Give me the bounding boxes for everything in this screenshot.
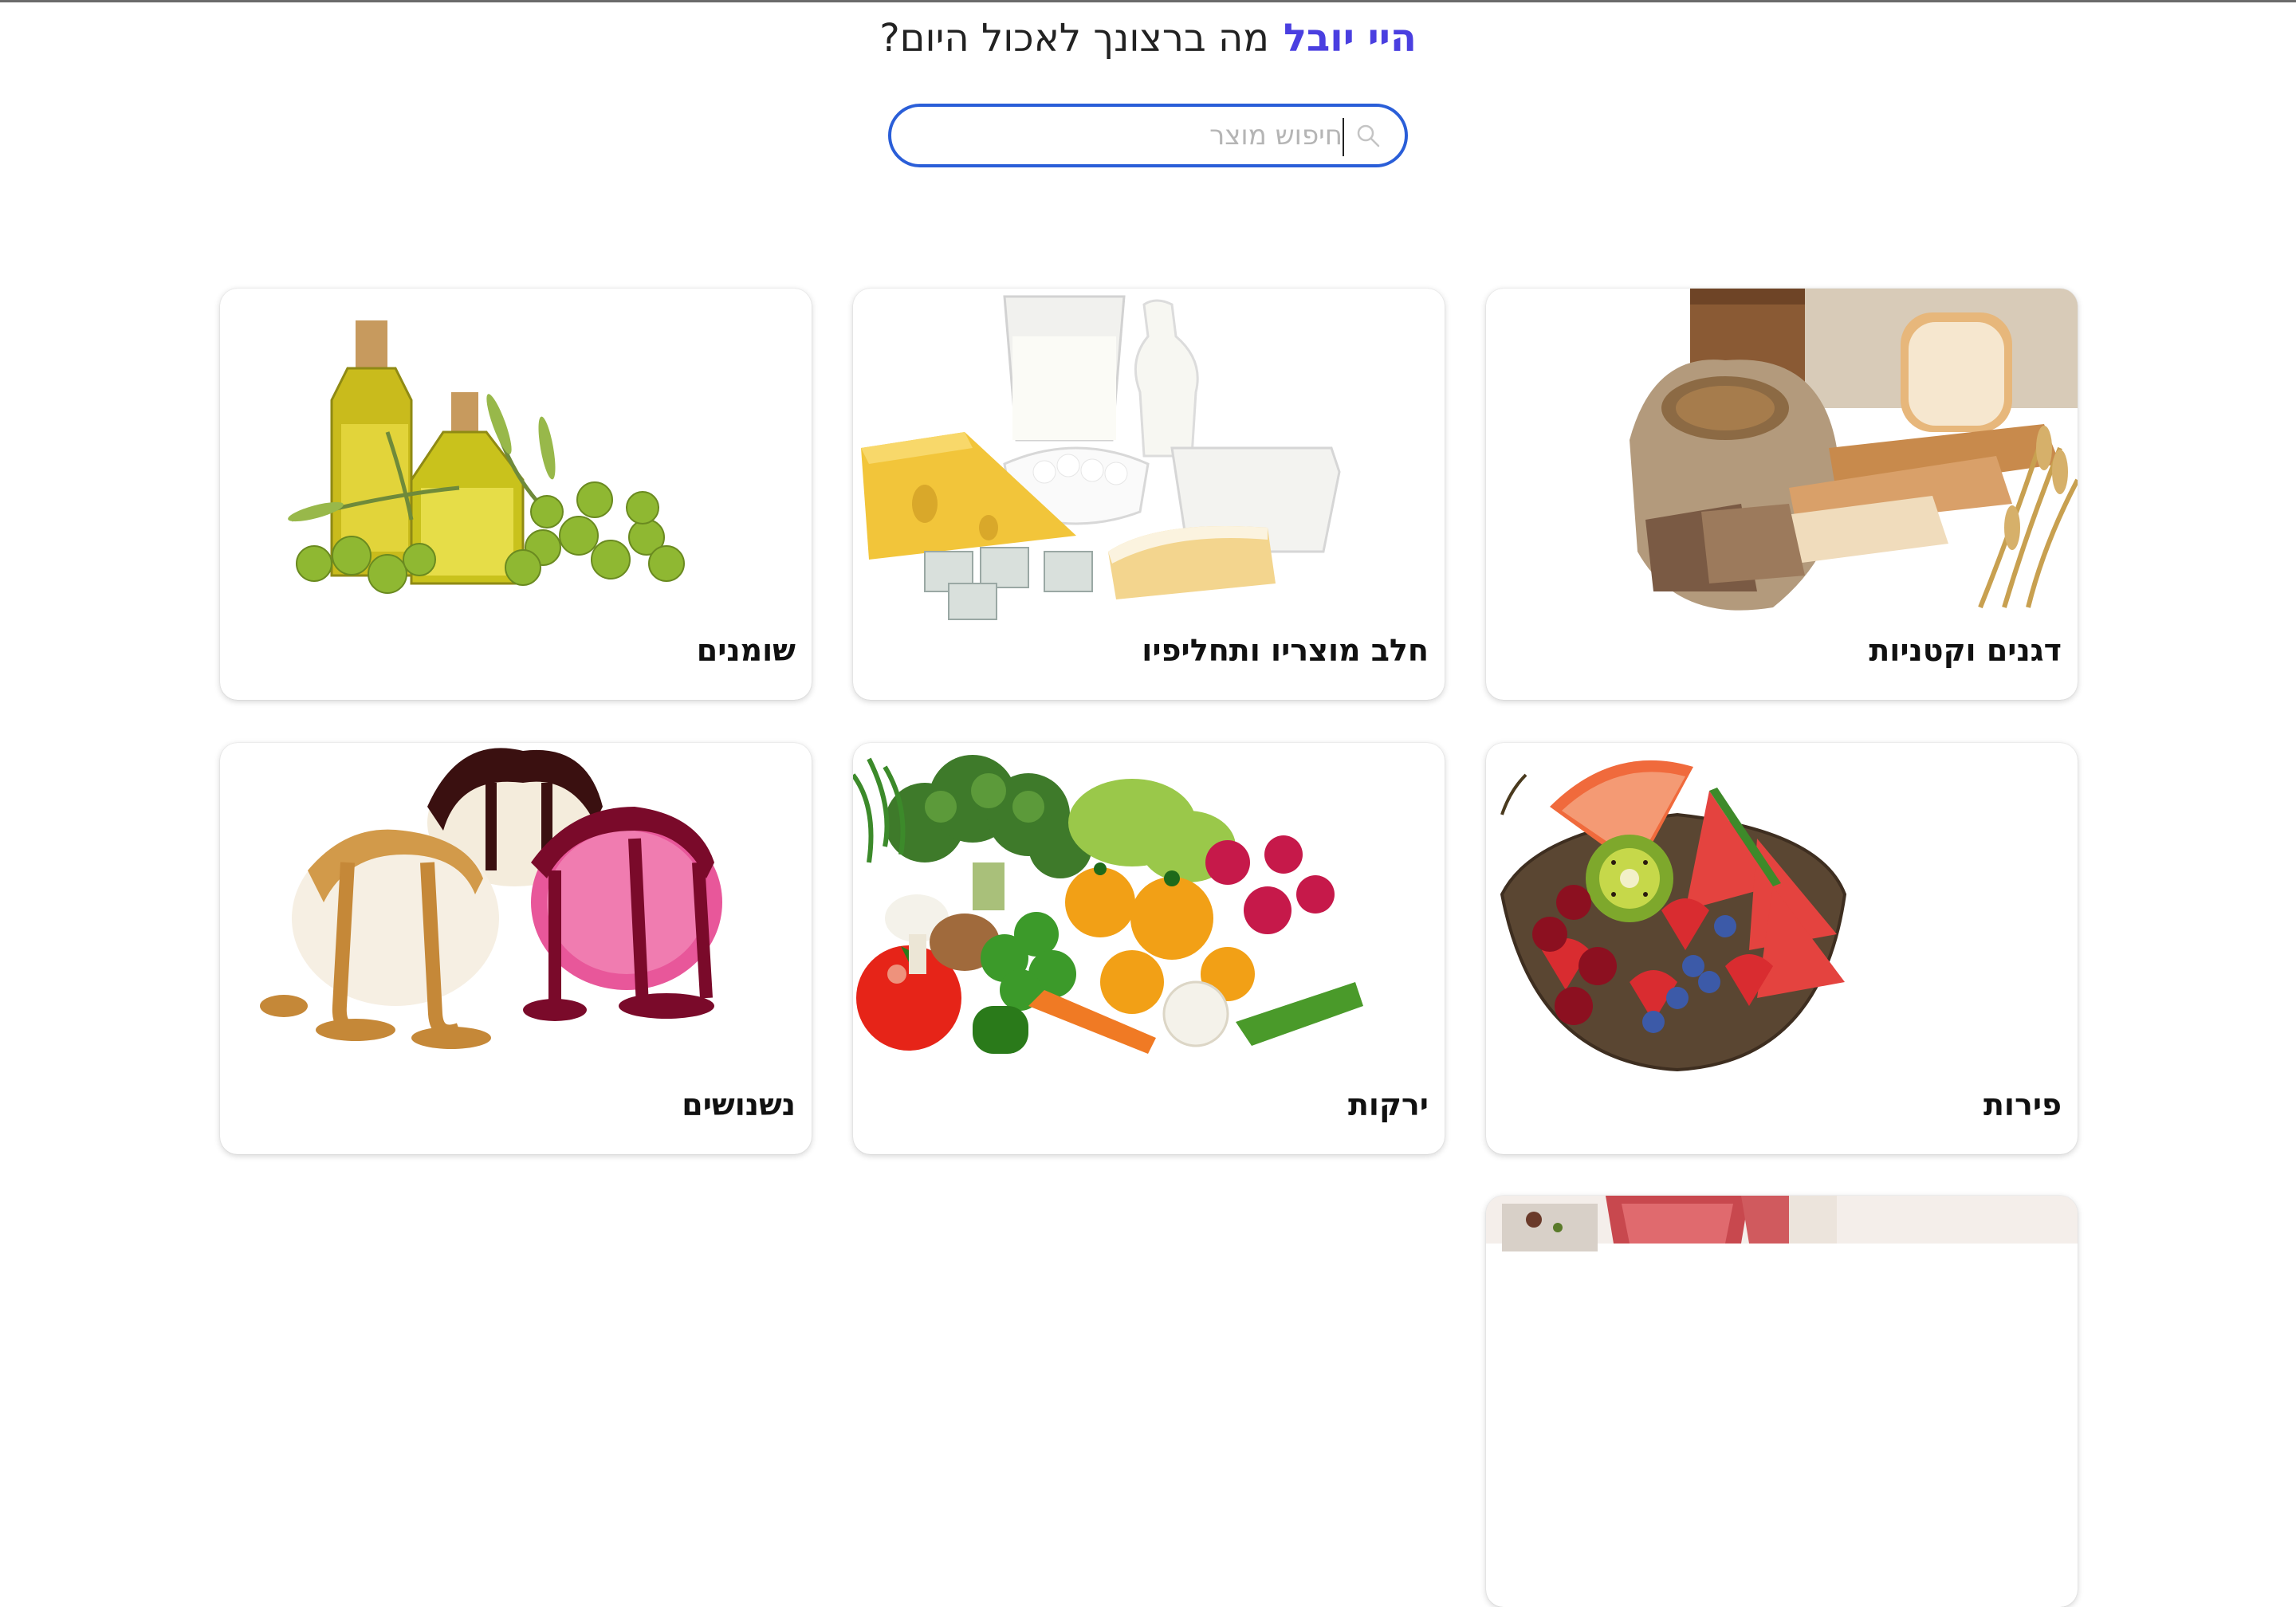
category-label: שומנים	[696, 633, 796, 668]
text-caret	[1343, 118, 1344, 156]
category-label: חלב מוצריו ותחליפיו	[1142, 633, 1429, 668]
olive-oil-image	[288, 320, 685, 594]
dairy-products-image	[861, 295, 1341, 620]
category-card-fruits[interactable]: פירות	[1486, 743, 2078, 1154]
fruit-bowl-image	[1500, 760, 1847, 1072]
search-bar[interactable]	[888, 104, 1408, 167]
search-icon	[1357, 124, 1380, 147]
window-top-border	[0, 0, 2296, 2]
meat-image	[1486, 1196, 2078, 1251]
greeting-heading: היי יובל מה ברצונך לאכול היום?	[0, 16, 2296, 61]
ice-cream-image	[260, 748, 722, 1049]
category-label: דגנים וקטניות	[1869, 633, 2062, 668]
category-card-meat[interactable]	[1486, 1196, 2078, 1607]
category-card-dairy[interactable]: חלב מוצריו ותחליפיו	[853, 289, 1445, 700]
category-label: פירות	[1983, 1087, 2062, 1122]
category-card-grains[interactable]: דגנים וקטניות	[1486, 289, 2078, 700]
greeting-question: מה ברצונך לאכול היום?	[879, 16, 1269, 61]
category-card-vegetables[interactable]: ירקות	[853, 743, 1445, 1154]
grains-bread-image	[1630, 289, 2078, 611]
vegetables-image	[853, 755, 1363, 1054]
search-input[interactable]	[928, 116, 1343, 155]
category-label: נשנושים	[682, 1087, 796, 1122]
category-card-fats[interactable]: שומנים	[220, 289, 812, 700]
category-card-snacks[interactable]: נשנושים	[220, 743, 812, 1154]
category-label: ירקות	[1347, 1087, 1429, 1122]
greeting-name: היי יובל	[1283, 16, 1417, 61]
